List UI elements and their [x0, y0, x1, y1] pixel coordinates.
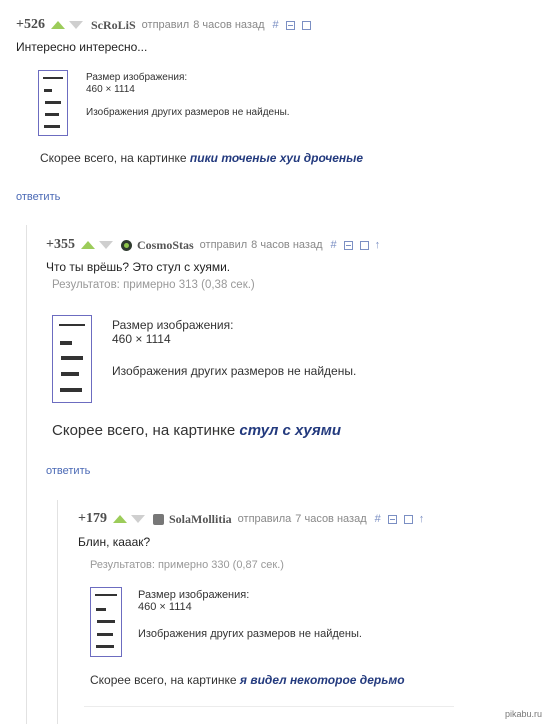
image-thumbnail[interactable] [90, 587, 122, 657]
comment-username[interactable]: CosmoStas [137, 238, 194, 253]
image-size-label: Размер изображения: [86, 72, 188, 83]
comment-link-icon[interactable]: # [273, 19, 279, 31]
save-icon[interactable] [359, 240, 369, 250]
downvote-icon[interactable] [130, 515, 145, 523]
collapse-icon[interactable] [285, 20, 295, 30]
reply-link[interactable]: ответить [16, 191, 60, 203]
comment-username[interactable]: SolaMollitia [169, 512, 232, 527]
avatar[interactable] [120, 239, 132, 251]
parent-arrow-icon[interactable]: ↑ [419, 513, 425, 525]
comment-time[interactable]: 8 часов назад [251, 239, 322, 251]
comment-username[interactable]: ScRoLiS [91, 18, 136, 33]
best-guess: Скорее всего, на картинке стул с хуями [52, 422, 341, 439]
thread-line[interactable] [26, 225, 27, 724]
no-other-sizes: Изображения других размеров не найдены. [112, 364, 357, 378]
image-size-label: Размер изображения: [138, 589, 250, 601]
parent-arrow-icon[interactable]: ↑ [375, 239, 381, 251]
comment-link-icon[interactable]: # [375, 513, 381, 525]
no-other-sizes: Изображения других размеров не найдены. [138, 628, 362, 640]
save-icon[interactable] [403, 514, 413, 524]
comment-time[interactable]: 7 часов назад [295, 513, 366, 525]
comment-text: Блин, кааак? [78, 535, 151, 549]
search-results-count: Результатов: примерно 330 (0,87 сек.) [90, 559, 284, 571]
comment-link-icon[interactable]: # [330, 239, 336, 251]
image-thumbnail[interactable] [38, 70, 68, 136]
best-guess-link[interactable]: я видел некоторое дерьмо [240, 673, 405, 687]
comment-verb: отправила [237, 513, 292, 525]
best-guess-prefix: Скорее всего, на картинке [90, 673, 237, 687]
comment-text: Что ты врёшь? Это стул с хуями. [46, 260, 231, 274]
best-guess: Скорее всего, на картинке пики точеные х… [40, 151, 363, 165]
avatar[interactable] [152, 513, 164, 525]
search-results-count: Результатов: примерно 313 (0,38 сек.) [52, 279, 255, 291]
upvote-icon[interactable] [50, 21, 65, 29]
collapse-icon[interactable] [387, 514, 397, 524]
watermark: pikabu.ru [505, 709, 543, 719]
comment-header: +526 ScRoLiS отправил 8 часов назад # [16, 17, 311, 33]
best-guess-link[interactable]: пики точеные хуи дроченые [190, 151, 363, 165]
collapse-icon[interactable] [343, 240, 353, 250]
comment-text: Интересно интересно... [16, 40, 148, 54]
image-size: 460 × 1114 [86, 84, 135, 95]
divider [84, 706, 454, 707]
image-size: 460 × 1114 [112, 332, 171, 346]
no-other-sizes: Изображения других размеров не найдены. [86, 107, 290, 118]
save-icon[interactable] [301, 20, 311, 30]
comment-time[interactable]: 8 часов назад [193, 19, 264, 31]
image-size-label: Размер изображения: [112, 318, 234, 332]
best-guess: Скорее всего, на картинке я видел некото… [90, 673, 405, 687]
upvote-icon[interactable] [80, 241, 95, 249]
best-guess-prefix: Скорее всего, на картинке [52, 422, 236, 439]
comment-verb: отправил [199, 239, 248, 251]
comment-rating: +179 [78, 511, 107, 526]
downvote-icon[interactable] [98, 241, 113, 249]
comment-rating: +355 [46, 237, 75, 252]
comment-header: +355 CosmoStas отправил 8 часов назад # … [46, 237, 380, 253]
image-thumbnail[interactable] [52, 315, 92, 403]
comment-header: +179 SolaMollitia отправила 7 часов наза… [78, 511, 424, 527]
best-guess-link[interactable]: стул с хуями [239, 422, 341, 439]
upvote-icon[interactable] [112, 515, 127, 523]
best-guess-prefix: Скорее всего, на картинке [40, 151, 187, 165]
comment-verb: отправил [141, 19, 190, 31]
downvote-icon[interactable] [68, 21, 83, 29]
thread-line[interactable] [57, 500, 58, 724]
comment-rating: +526 [16, 17, 45, 32]
image-size: 460 × 1114 [138, 601, 192, 613]
reply-link[interactable]: ответить [46, 465, 90, 477]
